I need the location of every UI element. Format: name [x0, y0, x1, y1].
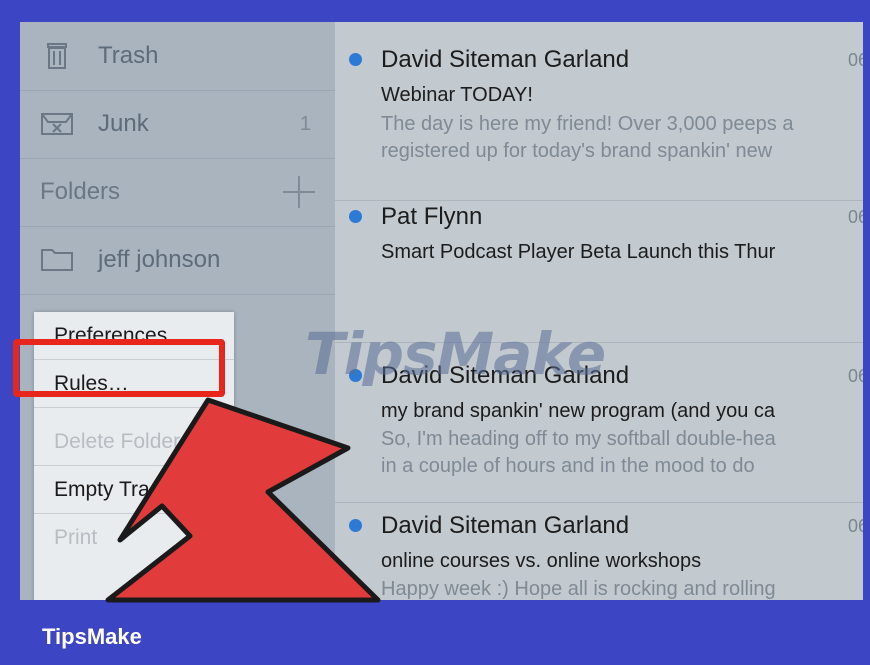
image-frame: Trash Junk 1 Folders jeff johnson Prefer…	[0, 0, 870, 665]
brand-label: TipsMake	[42, 624, 142, 649]
pointer-arrow-icon	[105, 397, 381, 603]
